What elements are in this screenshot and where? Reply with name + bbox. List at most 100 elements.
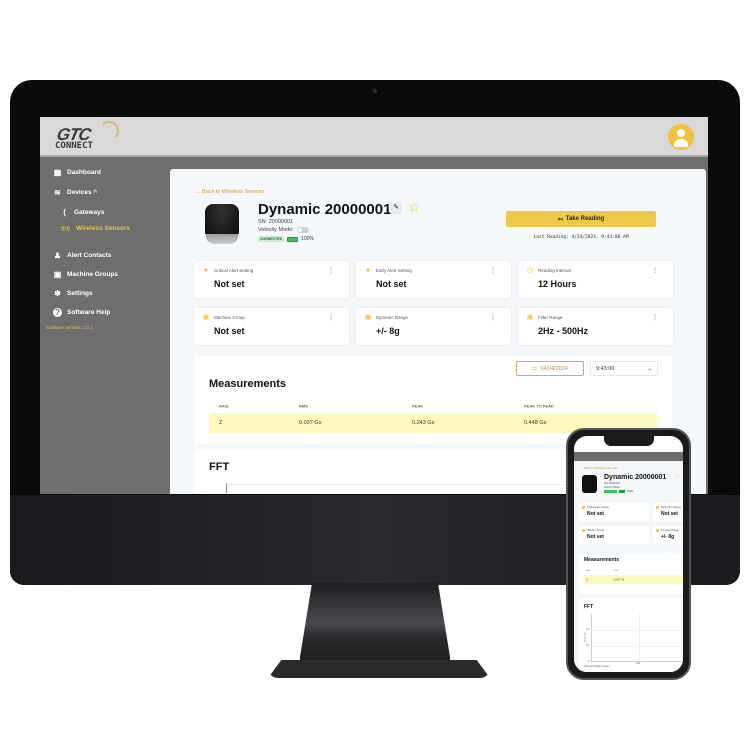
column-header: PEAK TO PEAK (524, 403, 554, 409)
card-label: Critical Alert Setting (214, 268, 254, 273)
more-options-icon[interactable]: ⋮ (652, 314, 658, 321)
x-tick-label: 125 (636, 662, 641, 665)
more-options-icon[interactable]: ⋮ (328, 267, 334, 274)
battery-icon (287, 236, 299, 242)
favorite-star-icon[interactable]: ☆ (408, 199, 421, 216)
card-label: Filter Range (538, 315, 563, 320)
sidebar-item-wireless-sensors[interactable]: ((•)) Wireless Sensors (60, 224, 130, 233)
gateway-icon: ⟨ (62, 208, 67, 217)
sidebar-item-label: Wireless Sensors (76, 225, 131, 232)
help-icon: ? (53, 308, 62, 317)
sidebar-item-label: Machine Groups (67, 271, 118, 278)
monitor-stand (300, 583, 450, 673)
mobile-back-link[interactable]: ← Back to Wireless Sensors (580, 466, 618, 470)
sidebar-item-label: Devices ^ (67, 189, 98, 196)
sidebar-item-settings[interactable]: ✱ Settings (53, 289, 93, 298)
mobile-card-early-alert[interactable]: Early Alert Setting Not set (653, 503, 683, 521)
sidebar-item-machine-groups[interactable]: ▣ Machine Groups (53, 270, 118, 279)
back-to-wireless-sensors-link[interactable]: ← Back to Wireless Sensors (195, 189, 265, 195)
card-critical-alert-setting[interactable]: ● Critical Alert Setting Not set ⋮ (194, 261, 349, 298)
y-tick-label: 0.1 (586, 644, 590, 647)
phone-notch (604, 436, 654, 446)
cell-peak: 0.243 Gs (412, 420, 435, 426)
sidebar-item-label: Software Help (67, 309, 111, 316)
sidebar-item-label: Gateways (74, 209, 105, 216)
card-label: Early Alert Setting (661, 506, 681, 509)
sidebar-item-alert-contacts[interactable]: ♟ Alert Contacts (53, 251, 112, 260)
card-label: Reading Interval (538, 268, 571, 273)
last-reading-timestamp: Last Reading: 4/24/2024, 9:43:00 AM (533, 235, 629, 240)
sidebar-item-gateways[interactable]: ⟨ Gateways (60, 208, 104, 217)
edit-name-button[interactable]: ✎ (390, 202, 402, 214)
card-value: Not set (376, 279, 407, 289)
mobile-fft-title: FFT (584, 604, 594, 610)
more-options-icon[interactable]: ⋮ (652, 267, 658, 274)
reading-icon: ↤ (557, 216, 563, 223)
fft-gridline (591, 630, 683, 631)
avatar-head (677, 129, 685, 137)
card-value: Not set (214, 326, 245, 336)
alert-icon: ● (365, 267, 371, 274)
date-value: 04/24/2024 (540, 365, 568, 372)
camera (373, 89, 377, 93)
mobile-card-dynamic-range[interactable]: Dynamic Range +/- 8g (653, 526, 683, 544)
user-avatar-icon[interactable] (668, 124, 694, 150)
mobile-table-row[interactable]: Z 0.037 Gs (584, 575, 683, 584)
sidebar-item-software-help[interactable]: ? Software Help (53, 308, 110, 317)
fft-gridline (639, 614, 640, 662)
cell-axis: Z (586, 578, 588, 581)
card-machine-group[interactable]: ▣ Machine Group Not set ⋮ (194, 308, 349, 345)
card-label: Dynamic Range (661, 529, 679, 532)
alert-icon (582, 506, 585, 509)
sensor-image-top (205, 204, 239, 236)
serial-number: SN: 20000001 (258, 219, 294, 225)
sidebar-item-label: Settings (67, 290, 93, 297)
mobile-battery-icon (619, 490, 625, 493)
card-value: Not set (214, 279, 245, 289)
mobile-measurements-card: Measurements AXIS RMS Z 0.037 Gs (579, 554, 683, 594)
y-tick-label: 0.2 (586, 628, 590, 631)
sidebar-item-devices[interactable]: ≋ Devices ^ (53, 188, 97, 197)
more-options-icon[interactable]: ⋮ (328, 314, 334, 321)
cell-rms: 0.037 Gs (614, 578, 625, 581)
mobile-favorite-star-icon[interactable]: ☆ (674, 472, 680, 480)
date-picker-button[interactable]: ▭ 04/24/2024 (516, 361, 584, 376)
card-label: Early Alert Setting (376, 268, 412, 273)
pencil-icon: ✎ (393, 204, 399, 211)
card-dynamic-range[interactable]: ▣ Dynamic Range +/- 8g ⋮ (356, 308, 511, 345)
calendar-icon: ▭ (532, 365, 538, 372)
card-reading-interval[interactable]: ◷ Reading Interval 12 Hours ⋮ (518, 261, 673, 298)
measurements-table-header: AXIS RMS PEAK PEAK TO PEAK (209, 401, 657, 411)
column-header: AXIS (219, 403, 229, 409)
card-value: Not set (587, 534, 604, 540)
mobile-connected-badge (604, 490, 617, 493)
fft-gridline (591, 646, 683, 647)
mobile-measurements-title: Measurements (584, 557, 620, 563)
card-early-alert-setting[interactable]: ● Early Alert Setting Not set ⋮ (356, 261, 511, 298)
measurements-title: Measurements (209, 378, 287, 390)
sidebar-item-dashboard[interactable]: ▦ Dashboard (53, 168, 101, 177)
time-select[interactable]: 9:43:00 ⌄ (590, 361, 658, 376)
chevron-down-icon: ⌄ (647, 365, 652, 372)
mobile-fft-plot[interactable] (591, 614, 683, 662)
gear-icon: ✱ (54, 289, 61, 298)
range-icon (656, 529, 659, 532)
monitor-stand-base (268, 660, 490, 678)
mobile-card-critical-alert[interactable]: Critical Alert Setting Not set (579, 503, 649, 521)
more-options-icon[interactable]: ⋮ (490, 267, 496, 274)
card-value: Not set (587, 511, 604, 517)
take-reading-button[interactable]: ↤ Take Reading (506, 211, 656, 227)
fft-title: FFT (209, 461, 230, 473)
card-value: 12 Hours (538, 279, 577, 289)
connection-status-badge: CONNECTED (258, 236, 285, 242)
sidebar: ▦ Dashboard ≋ Devices ^ ⟨ Gateways ((•))… (40, 159, 168, 494)
sidebar-item-label: Dashboard (67, 169, 101, 176)
app-header: GTC CONNECT (40, 117, 708, 157)
mobile-card-machine-group[interactable]: Machine Group Not set (579, 526, 649, 544)
more-options-icon[interactable]: ⋮ (490, 314, 496, 321)
card-filter-range[interactable]: ▣ Filter Range 2Hz - 500Hz ⋮ (518, 308, 673, 345)
alert-icon (656, 506, 659, 509)
card-value: Not set (661, 511, 678, 517)
velocity-mode-toggle[interactable] (296, 227, 309, 233)
gtc-connect-logo[interactable]: GTC CONNECT (55, 121, 119, 153)
